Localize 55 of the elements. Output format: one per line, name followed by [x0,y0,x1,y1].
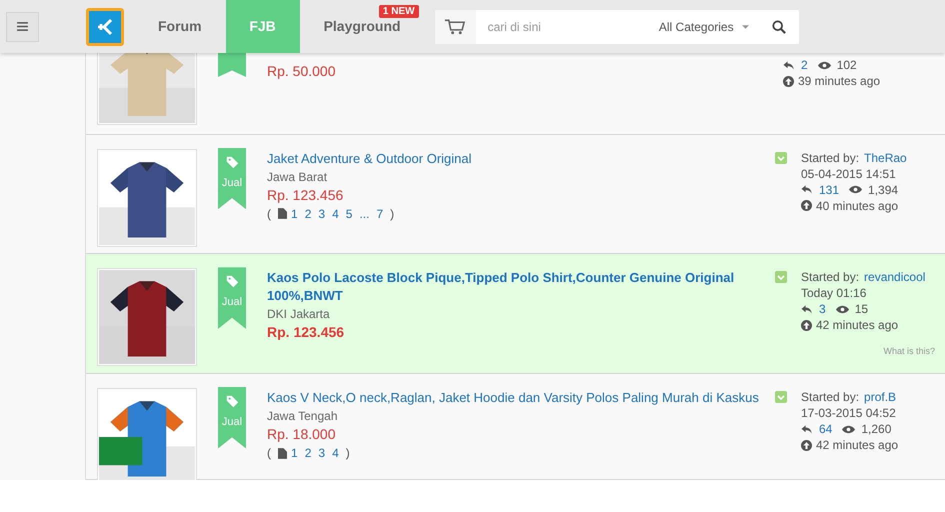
open-paren: ( [267,206,271,222]
start-date: 05-04-2015 14:51 [801,166,897,182]
start-date: Today 01:16 [801,285,868,302]
location: Jawa Tengah [267,408,338,425]
started-by-label: Started by: [801,389,860,405]
start-date: 17-03-2015 04:52 [801,405,897,421]
thread-title[interactable]: Jaket Adventure & Outdoor Original [267,150,775,168]
open-paren: ( [267,445,271,461]
thread-title[interactable]: Kaos Polo Lacoste Block Pique,Tipped Polo Shirt,Counter Genuine Original 100%,BNWT [267,269,775,306]
last-update: 39 minutes ago [798,73,880,89]
page-link[interactable]: 1 [291,206,298,222]
close-paren: ) [346,445,350,461]
starter-link[interactable]: revandicool [864,269,926,286]
category-dropdown[interactable]: All Categories [658,18,749,36]
page-link[interactable]: 3 [318,206,326,222]
last-update: 42 minutes ago [816,437,898,453]
new-badge: 1 NEW [378,5,419,18]
price: Rp. 18.000 [267,425,336,443]
page-link[interactable]: 3 [318,445,326,461]
location: DKI Jakarta [267,306,331,324]
thread-title[interactable]: Kaos V Neck,O neck,Raglan, Jaket Hoodie dan Varsity Polos Paling Murah di Kaskus [267,389,775,407]
page-link[interactable]: 1 [291,445,298,461]
page-link[interactable]: 2 [304,206,312,222]
reply-count[interactable]: 3 [819,301,826,318]
page-link[interactable]: 2 [304,445,312,461]
ribbon-label: Jual [222,295,242,310]
started-by-label: Started by: [801,150,860,166]
view-count: 15 [854,301,868,318]
last-update: 40 minutes ago [816,198,898,214]
price: Rp. 123.456 [267,186,344,204]
page-link[interactable]: 4 [332,445,339,461]
reply-count[interactable]: 2 [801,57,808,73]
close-paren: ) [390,206,394,222]
nav-tab[interactable]: Forum [134,0,226,53]
ribbon-label: Jual [222,176,242,191]
page-link[interactable]: ... [359,206,370,222]
view-count: 102 [836,57,857,73]
starter-link[interactable]: prof.B [864,389,896,405]
page-link[interactable]: 7 [376,206,384,222]
nav-tab[interactable]: 1 NEW Playground [300,0,425,53]
last-update: 42 minutes ago [816,317,898,334]
reply-count[interactable]: 131 [819,182,840,198]
price: Rp. 123.456 [267,323,346,342]
reply-count[interactable]: 64 [819,421,832,437]
starter-link[interactable]: TheRao [864,150,907,166]
price: Rp. 50.000 [267,63,336,79]
location: Jawa Barat [267,168,328,186]
view-count: 1,394 [868,182,898,198]
page-link[interactable]: 4 [332,206,339,222]
started-by-label: Started by: [801,269,860,286]
page-link[interactable]: 5 [346,206,352,222]
what-is-this-link[interactable]: What is this? [883,345,935,359]
ribbon-label: Jual [222,415,242,430]
view-count: 1,260 [861,421,892,437]
search-field[interactable]: cari di sini All Categories [476,10,799,44]
